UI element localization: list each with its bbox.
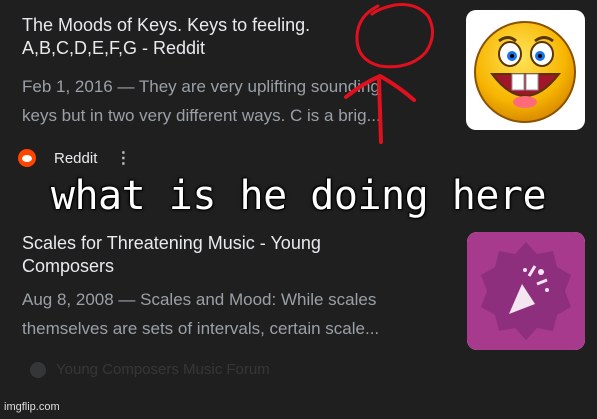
source-name: Reddit — [54, 149, 98, 167]
party-popper-badge-icon — [467, 232, 585, 350]
imgflip-watermark: imgflip.com — [4, 401, 60, 413]
snippet-line-2: keys but in two very different ways. C i… — [22, 106, 381, 125]
meme-caption: what is he doing here — [50, 173, 547, 219]
reddit-logo-icon — [18, 149, 36, 167]
result-thumbnail[interactable] — [466, 10, 585, 130]
snippet-line-1: Feb 1, 2016 — They are very uplifting so… — [22, 77, 380, 96]
source-name: Young Composers Music Forum — [56, 361, 270, 378]
search-result-2: Scales for Threatening Music - Young Com… — [0, 222, 597, 362]
site-favicon-icon — [30, 361, 46, 378]
search-result-1: The Moods of Keys. Keys to feeling. A,B,… — [0, 0, 597, 150]
result-thumbnail[interactable] — [467, 232, 585, 350]
result-title[interactable]: The Moods of Keys. Keys to feeling. A,B,… — [22, 14, 352, 60]
snippet-line-1: Aug 8, 2008 — Scales and Mood: While sca… — [22, 290, 377, 309]
snippet-line-2: themselves are sets of intervals, certai… — [22, 319, 380, 338]
result-title[interactable]: Scales for Threatening Music - Young Com… — [22, 232, 352, 278]
more-options-icon[interactable]: ⋮ — [115, 148, 131, 168]
result-source[interactable]: Reddit ⋮ — [18, 148, 131, 168]
result-snippet: Aug 8, 2008 — Scales and Mood: While sca… — [22, 285, 462, 343]
result-snippet: Feb 1, 2016 — They are very uplifting so… — [22, 72, 462, 130]
laughing-emoji-icon — [474, 21, 576, 123]
result-source[interactable]: Young Composers Music Forum — [30, 361, 270, 378]
